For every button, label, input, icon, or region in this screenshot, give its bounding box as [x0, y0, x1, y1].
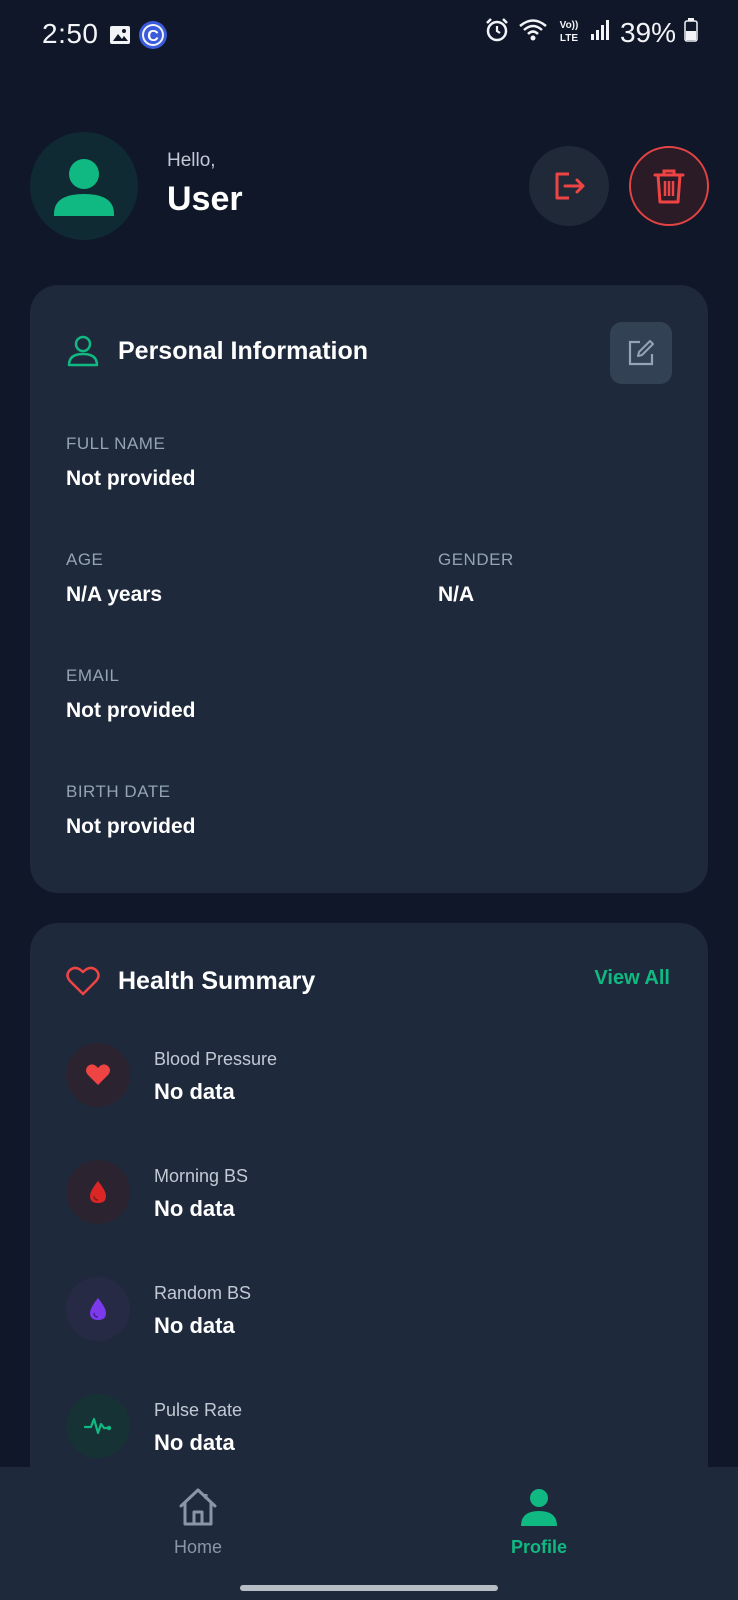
trash-icon	[653, 169, 685, 204]
birth-date-label: BIRTH DATE	[66, 782, 171, 801]
c-app-icon: C	[138, 20, 168, 55]
edit-profile-button[interactable]	[610, 322, 672, 384]
svg-text:LTE: LTE	[560, 33, 578, 44]
user-avatar-icon	[54, 159, 114, 216]
email-label: EMAIL	[66, 666, 120, 685]
metric-icon-wrap	[66, 1043, 130, 1107]
profile-screen: 2:50 C Vo)) LTE 39% Hello, User Personal…	[0, 0, 738, 1600]
edit-icon	[628, 340, 654, 366]
metric-label: Random BS	[154, 1283, 252, 1303]
home-icon	[179, 1488, 217, 1526]
status-system-icons: Vo)) LTE 39%	[484, 16, 698, 49]
battery-icon	[684, 17, 698, 48]
full-name-value: Not provided	[66, 467, 196, 490]
svg-text:C: C	[147, 28, 159, 45]
personal-information-title: Personal Information	[118, 337, 369, 365]
username-text: User	[167, 180, 243, 218]
nav-home[interactable]: Home	[118, 1485, 278, 1585]
status-time: 2:50	[42, 18, 99, 49]
alarm-icon	[484, 17, 510, 48]
svg-text:Vo)): Vo))	[560, 20, 579, 31]
person-outline-icon	[67, 335, 99, 367]
gender-value: N/A	[438, 583, 475, 606]
personal-information-card: Personal Information FULL NAME Not provi…	[30, 285, 708, 893]
metric-label: Pulse Rate	[154, 1400, 243, 1420]
avatar	[30, 132, 138, 240]
email-value: Not provided	[66, 699, 196, 722]
logout-icon	[555, 172, 585, 200]
volte-icon: Vo)) LTE	[556, 16, 582, 49]
metric-blood-pressure[interactable]: Blood Pressure No data	[66, 1043, 666, 1113]
bottom-navigation: Home Profile	[0, 1467, 738, 1600]
metric-icon-wrap	[66, 1394, 130, 1458]
view-all-link[interactable]: View All	[594, 967, 670, 990]
metric-label: Blood Pressure	[154, 1049, 278, 1069]
profile-icon	[521, 1489, 557, 1526]
metric-value: No data	[154, 1079, 235, 1104]
metric-icon-wrap	[66, 1277, 130, 1341]
gender-label: GENDER	[438, 550, 514, 569]
blood-drop-icon	[90, 1181, 106, 1203]
wifi-icon	[518, 17, 548, 48]
gesture-home-indicator[interactable]	[240, 1585, 498, 1591]
birth-date-value: Not provided	[66, 815, 196, 838]
metric-morning-bs[interactable]: Morning BS No data	[66, 1160, 666, 1230]
age-value: N/A years	[66, 583, 163, 606]
gallery-icon	[108, 23, 132, 52]
metric-random-bs[interactable]: Random BS No data	[66, 1277, 666, 1347]
battery-percent: 39%	[619, 16, 676, 48]
blood-drop-icon	[90, 1298, 106, 1320]
metric-label: Morning BS	[154, 1166, 249, 1186]
pulse-icon	[83, 1417, 112, 1435]
heart-icon	[86, 1064, 110, 1085]
health-summary-title: Health Summary	[118, 967, 316, 995]
metric-value: No data	[154, 1430, 235, 1455]
heart-outline-icon	[66, 966, 100, 996]
metric-icon-wrap	[66, 1160, 130, 1224]
status-bar: 2:50 C Vo)) LTE 39%	[0, 0, 738, 72]
delete-account-button[interactable]	[629, 146, 709, 226]
nav-home-label: Home	[173, 1537, 222, 1557]
status-notification-icons: C	[108, 20, 168, 55]
metric-value: No data	[154, 1196, 235, 1221]
metric-value: No data	[154, 1313, 235, 1338]
logout-button[interactable]	[529, 146, 609, 226]
metric-pulse-rate[interactable]: Pulse Rate No data	[66, 1394, 666, 1464]
nav-profile-label: Profile	[510, 1537, 567, 1557]
nav-profile[interactable]: Profile	[459, 1485, 619, 1585]
full-name-label: FULL NAME	[66, 434, 166, 453]
age-label: AGE	[66, 550, 104, 569]
signal-icon	[590, 18, 612, 47]
greeting-text: Hello,	[167, 150, 216, 171]
